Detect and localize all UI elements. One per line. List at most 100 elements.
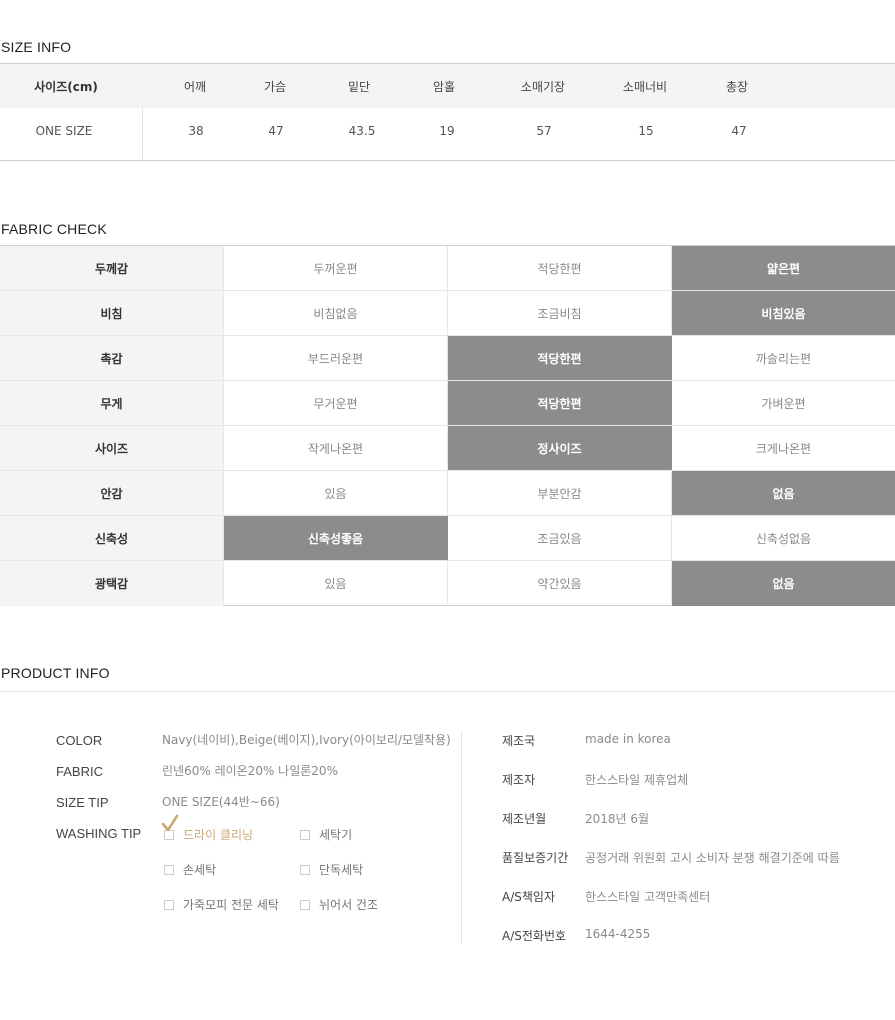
fabric-option: 있음 — [224, 561, 448, 606]
detail-value-manufacturer: 한스스타일 제휴업체 — [585, 773, 689, 787]
washing-option-separate-wash: 단독세탁 — [300, 861, 363, 878]
washing-option-label: 손세탁 — [183, 863, 217, 877]
washing-tip-label: WASHING TIP — [56, 826, 142, 841]
size-cell: ONE SIZE — [35, 124, 93, 138]
checkbox — [300, 830, 310, 840]
fabric-label: FABRIC — [56, 764, 103, 779]
fabric-option-selected: 없음 — [672, 471, 895, 515]
fabric-row: 비침 비침없음 조금비침 비침있음 — [0, 291, 895, 336]
fabric-row-label: 두께감 — [0, 246, 224, 290]
fabric-row: 광택감 있음 약간있음 없음 — [0, 561, 895, 606]
washing-option-label: 단독세탁 — [319, 863, 364, 877]
detail-label-manufacturer: 제조자 — [502, 773, 536, 787]
fabric-option: 부분안감 — [448, 471, 672, 515]
size-info-title: SIZE INFO — [1, 39, 72, 55]
size-cell: 47 — [268, 124, 284, 138]
fabric-option-selected: 얇은편 — [672, 246, 895, 290]
fabric-row: 사이즈 작게나온편 정사이즈 크게나온편 — [0, 426, 895, 471]
checkbox — [164, 865, 174, 875]
washing-option-washing-machine: 세탁기 — [300, 826, 352, 843]
detail-value-as-phone: 1644-4255 — [585, 927, 651, 941]
fabric-row: 신축성 신축성좋음 조금있음 신축성없음 — [0, 516, 895, 561]
size-table-divider — [142, 108, 143, 160]
fabric-option-selected: 없음 — [672, 561, 895, 606]
detail-value-warranty: 공정거래 위원회 고시 소비자 분쟁 해결기준에 따름 — [585, 851, 840, 865]
fabric-option: 가벼운편 — [761, 396, 806, 411]
size-header-cell: 총장 — [725, 80, 749, 94]
fabric-option: 무거운편 — [224, 381, 448, 425]
size-header-cell: 사이즈(cm) — [34, 80, 98, 94]
size-header-cell: 소매기장 — [520, 80, 566, 94]
fabric-option: 부드러운편 — [224, 336, 448, 380]
detail-label-origin: 제조국 — [502, 734, 536, 748]
fabric-option: 조금비침 — [448, 291, 672, 335]
detail-label-date: 제조년월 — [502, 812, 547, 826]
checkbox — [300, 900, 310, 910]
washing-option-label: 세탁기 — [319, 828, 353, 842]
fabric-option-selected: 적당한편 — [448, 336, 672, 380]
fabric-row: 안감 있음 부분안감 없음 — [0, 471, 895, 516]
detail-label-warranty: 품질보증기간 — [502, 851, 569, 865]
fabric-option: 조금있음 — [448, 516, 672, 560]
size-cell: 43.5 — [348, 124, 376, 138]
fabric-option-selected: 신축성좋음 — [224, 516, 448, 560]
product-info-divider — [0, 691, 895, 692]
fabric-row: 무게 무거운편 적당한편 가벼운편 — [0, 381, 895, 426]
size-header-cell: 소매너비 — [622, 80, 668, 94]
fabric-row-label: 사이즈 — [0, 426, 224, 470]
fabric-row-label: 안감 — [0, 471, 224, 515]
fabric-option-selected: 정사이즈 — [448, 426, 672, 470]
washing-option-label: 가죽모피 전문 세탁 — [183, 898, 279, 912]
size-cell: 38 — [188, 124, 204, 138]
check-mark-icon — [161, 814, 179, 832]
washing-option-flat-dry: 뉘어서 건조 — [300, 896, 378, 913]
fabric-row-label: 신축성 — [0, 516, 224, 560]
fabric-option-selected: 적당한편 — [448, 381, 672, 425]
detail-value-origin: made in korea — [585, 732, 671, 746]
fabric-option: 신축성없음 — [755, 531, 812, 546]
fabric-row-label: 무게 — [0, 381, 224, 425]
size-cell: 15 — [638, 124, 654, 138]
product-info-vertical-divider — [461, 732, 462, 943]
detail-label-as-phone: A/S전화번호 — [502, 929, 567, 943]
size-cell: 47 — [731, 124, 747, 138]
fabric-option: 두꺼운편 — [224, 246, 448, 290]
size-table: 사이즈(cm) 어깨 가슴 밑단 암홀 소매기장 소매너비 총장 ONE SIZ… — [0, 63, 895, 161]
size-header-cell: 암홀 — [432, 80, 456, 94]
detail-value-date: 2018년 6월 — [585, 812, 650, 826]
fabric-check-table: 두께감 두꺼운편 적당한편 얇은편 비침 비침없음 조금비침 비침있음 촉감 부드러운편 적당한편 까… — [0, 245, 895, 606]
fabric-option: 있음 — [224, 471, 448, 515]
fabric-value: 린넨60% 레이온20% 나일론20% — [162, 764, 338, 778]
size-header-cell: 가슴 — [263, 80, 287, 94]
fabric-row-label: 촉감 — [0, 336, 224, 380]
detail-value-as-manager: 한스스타일 고객만족센터 — [585, 890, 711, 904]
size-table-header: 사이즈(cm) 어깨 가슴 밑단 암홀 소매기장 소매너비 총장 — [0, 64, 895, 108]
washing-option-label: 뉘어서 건조 — [319, 898, 379, 912]
fabric-row: 촉감 부드러운편 적당한편 까슬리는편 — [0, 336, 895, 381]
checkbox — [300, 865, 310, 875]
fabric-check-title: FABRIC CHECK — [1, 221, 107, 237]
product-info-title: PRODUCT INFO — [1, 665, 110, 681]
size-cell: 19 — [439, 124, 455, 138]
size-tip-label: SIZE TIP — [56, 795, 109, 810]
fabric-option: 적당한편 — [448, 246, 672, 290]
fabric-option-selected: 비침있음 — [672, 291, 895, 335]
fabric-option: 크게나온편 — [755, 441, 812, 456]
color-label: COLOR — [56, 733, 103, 748]
size-header-cell: 밑단 — [347, 80, 371, 94]
washing-option-hand-wash: 손세탁 — [164, 861, 216, 878]
size-table-row: ONE SIZE 38 47 43.5 19 57 15 47 — [0, 108, 895, 160]
checkbox — [164, 900, 174, 910]
fabric-row: 두께감 두꺼운편 적당한편 얇은편 — [0, 246, 895, 291]
size-header-cell: 어깨 — [183, 80, 207, 94]
fabric-row-label: 비침 — [0, 291, 224, 335]
fabric-option: 비침없음 — [224, 291, 448, 335]
fabric-option: 약간있음 — [448, 561, 672, 606]
size-tip-value: ONE SIZE(44반~66) — [162, 795, 280, 809]
detail-label-as-manager: A/S책임자 — [502, 890, 555, 904]
color-value: Navy(네이비),Beige(베이지),Ivory(아이보리/모델착용) — [162, 733, 451, 747]
washing-option-leather-fur: 가죽모피 전문 세탁 — [164, 896, 279, 913]
washing-option-label: 드라이 클리닝 — [183, 828, 254, 842]
fabric-row-label: 광택감 — [0, 561, 224, 606]
fabric-option: 까슬리는편 — [755, 351, 812, 366]
